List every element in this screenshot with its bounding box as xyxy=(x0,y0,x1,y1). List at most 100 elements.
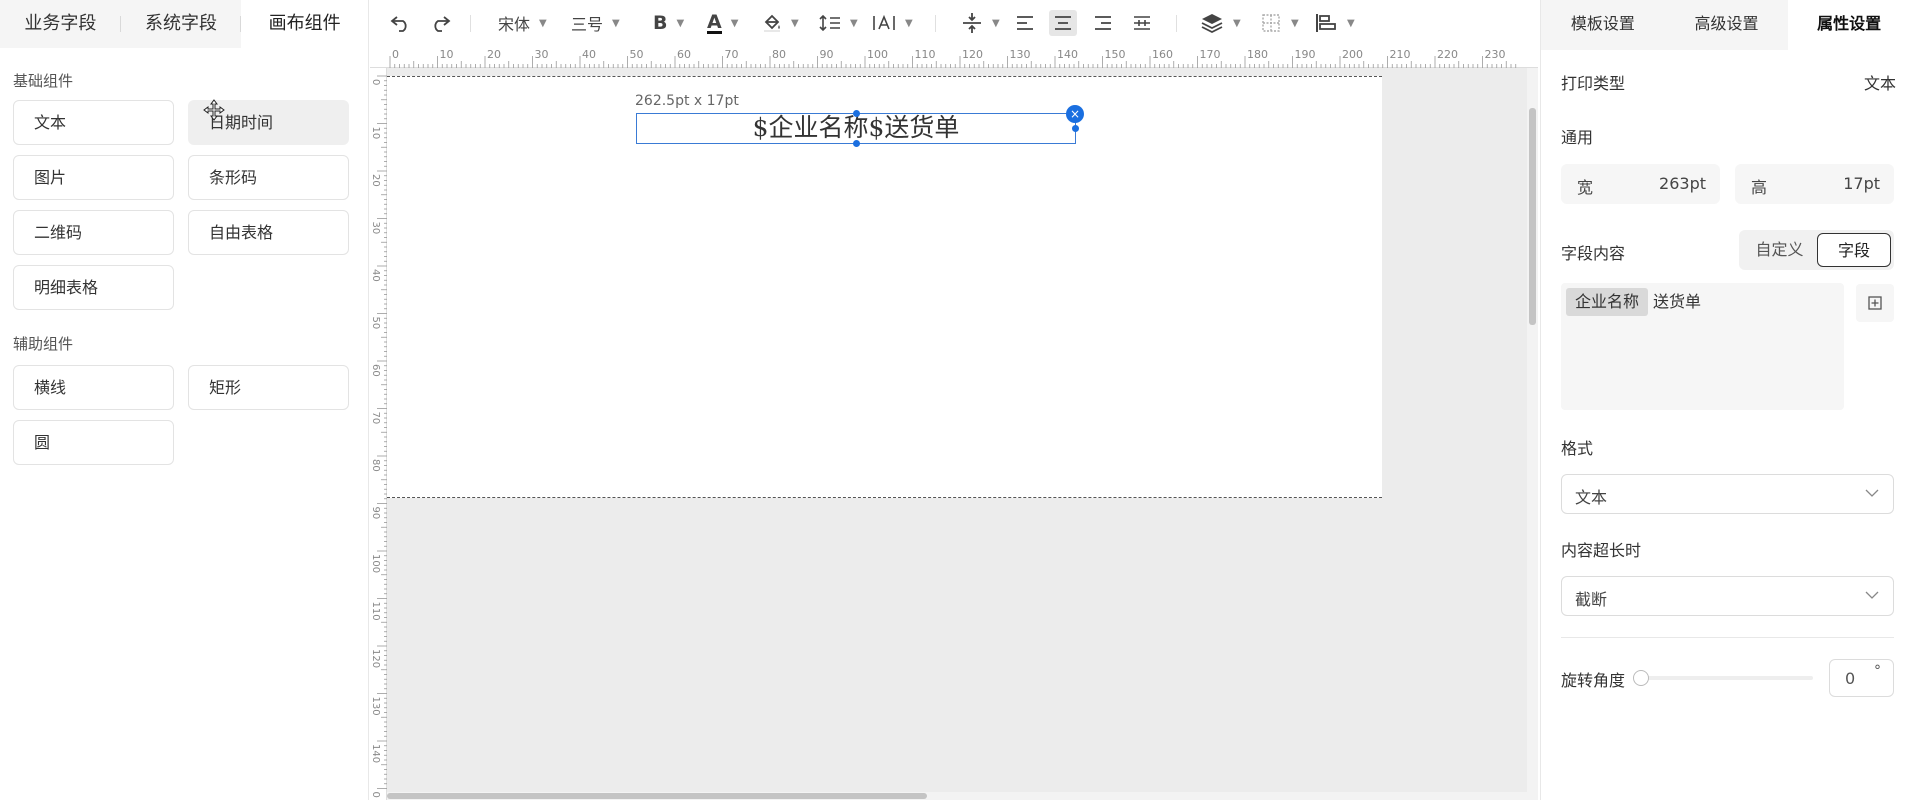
letter-spacing-button[interactable]: ▼ xyxy=(872,0,913,46)
vertical-scroll-thumb[interactable] xyxy=(1529,108,1536,325)
component-circle[interactable]: 圆 xyxy=(13,420,174,465)
overflow-select[interactable]: 截断 xyxy=(1561,576,1894,616)
rotation-angle-input[interactable]: 0 ° xyxy=(1829,659,1894,697)
align-right-icon xyxy=(1095,16,1111,30)
mode-custom-button[interactable]: 自定义 xyxy=(1743,233,1816,267)
basic-components-title: 基础组件 xyxy=(13,72,74,90)
height-value: 17pt xyxy=(1843,174,1880,193)
component-image[interactable]: 图片 xyxy=(13,155,174,200)
aux-components-title: 辅助组件 xyxy=(13,335,74,353)
tab-advanced-settings[interactable]: 高级设置 xyxy=(1665,0,1789,50)
width-input[interactable]: 宽 263pt xyxy=(1561,164,1720,204)
font-family-select[interactable]: 宋体 ▼ xyxy=(498,0,547,46)
font-size-select[interactable]: 三号 ▼ xyxy=(571,0,620,46)
selection-size-label: 262.5pt x 17pt xyxy=(630,91,744,111)
ruler-tick-label: 20 xyxy=(370,174,381,187)
component-barcode[interactable]: 条形码 xyxy=(188,155,349,200)
component-qrcode[interactable]: 二维码 xyxy=(13,210,174,255)
tab-canvas-components[interactable]: 画布组件 xyxy=(241,0,368,48)
caret-down-icon: ▼ xyxy=(992,17,1000,29)
ruler-tick-label: 100 xyxy=(370,554,381,573)
caret-down-icon: ▼ xyxy=(612,17,620,29)
ruler-tick-label: 0 xyxy=(370,792,381,798)
rotation-slider-track[interactable] xyxy=(1641,676,1813,680)
ruler-tick-label: 120 xyxy=(962,48,983,61)
align-objects-icon xyxy=(1316,14,1336,32)
align-right-button[interactable] xyxy=(1089,0,1117,46)
ruler-tick-label: 170 xyxy=(1200,48,1221,61)
border-icon xyxy=(1262,14,1280,32)
vertical-center-icon xyxy=(963,13,981,33)
width-label: 宽 xyxy=(1577,178,1594,197)
insert-field-button[interactable] xyxy=(1856,284,1894,322)
caret-down-icon: ▼ xyxy=(850,17,858,29)
line-height-button[interactable]: ▼ xyxy=(819,0,858,46)
resize-handle-bottom[interactable] xyxy=(852,140,860,147)
canvas-area[interactable]: 0 10 20 30 40 50 60 70 80 90 100 110 120 130 140 150 160… xyxy=(370,46,1538,800)
redo-icon xyxy=(434,16,451,32)
ruler-tick-label: 50 xyxy=(630,48,644,61)
tab-property-settings[interactable]: 属性设置 xyxy=(1788,0,1910,50)
component-free-table[interactable]: 自由表格 xyxy=(188,210,349,255)
paper-canvas[interactable]: 262.5pt x 17pt $企业名称$送货单 × xyxy=(387,76,1382,498)
ruler-tick-label: 0 xyxy=(370,79,381,85)
rotation-value: 0 xyxy=(1845,669,1856,688)
tab-system-fields[interactable]: 系统字段 xyxy=(121,0,242,48)
height-input[interactable]: 高 17pt xyxy=(1735,164,1894,204)
component-line[interactable]: 横线 xyxy=(13,365,174,410)
mode-field-button[interactable]: 字段 xyxy=(1817,233,1891,267)
ruler-tick-label: 50 xyxy=(370,317,381,330)
component-text[interactable]: 文本 xyxy=(13,100,174,145)
selected-text-element[interactable]: $企业名称$送货单 × xyxy=(636,105,1084,147)
align-center-button[interactable] xyxy=(1049,0,1077,46)
ruler-tick-label: 110 xyxy=(370,602,381,621)
chevron-down-icon xyxy=(1865,591,1879,599)
toolbar: 宋体 ▼ 三号 ▼ B ▼ A ▼ ▼ ▼ ▼ ▼ ▼ ▼ ▼ xyxy=(370,0,1538,46)
line-height-icon xyxy=(819,14,840,32)
component-detail-table[interactable]: 明细表格 xyxy=(13,265,174,310)
left-panel: 业务字段 系统字段 画布组件 基础组件 文本 日期时间 图片 条形码 二维码 自… xyxy=(0,0,369,800)
plus-square-icon xyxy=(1868,296,1882,310)
align-center-icon xyxy=(1049,10,1077,36)
format-select[interactable]: 文本 xyxy=(1561,474,1894,514)
right-panel: 模板设置 高级设置 属性设置 打印类型 文本 通用 宽 263pt 高 17pt… xyxy=(1540,0,1910,800)
tab-template-settings[interactable]: 模板设置 xyxy=(1541,0,1665,50)
distribute-button[interactable]: ▼ xyxy=(1314,0,1355,46)
redo-button[interactable] xyxy=(429,0,451,46)
ruler-tick-label: 220 xyxy=(1437,48,1458,61)
letter-spacing-icon xyxy=(873,14,895,30)
resize-handle-right[interactable] xyxy=(1072,125,1079,132)
ruler-tick-label: 130 xyxy=(1010,48,1031,61)
ruler-top-ticks: 0 10 20 30 40 50 60 70 80 90 100 110 120 130 140 150 160… xyxy=(389,48,1517,68)
layer-button[interactable]: ▼ xyxy=(1200,0,1241,46)
ruler-tick-label: 40 xyxy=(582,48,596,61)
bold-button[interactable]: B ▼ xyxy=(653,0,684,46)
horizontal-scrollbar[interactable] xyxy=(387,792,1527,800)
selected-element-text: $企业名称$送货单 xyxy=(752,113,960,142)
border-button[interactable]: ▼ xyxy=(1260,0,1299,46)
horizontal-scroll-thumb[interactable] xyxy=(387,793,927,799)
caret-down-icon: ▼ xyxy=(730,17,739,29)
component-rectangle[interactable]: 矩形 xyxy=(188,365,349,410)
fill-color-button[interactable]: ▼ xyxy=(762,0,799,46)
vertical-align-button[interactable]: ▼ xyxy=(961,0,1000,46)
undo-button[interactable] xyxy=(390,0,412,46)
ruler-tick-label: 210 xyxy=(1390,48,1411,61)
align-left-button[interactable] xyxy=(1011,0,1039,46)
caret-down-icon: ▼ xyxy=(791,17,799,29)
font-color-button[interactable]: A ▼ xyxy=(707,0,738,46)
ruler-tick-label: 70 xyxy=(725,48,739,61)
field-chip[interactable]: 企业名称 xyxy=(1566,288,1649,316)
section-divider xyxy=(1561,637,1894,638)
align-justify-button[interactable] xyxy=(1128,0,1156,46)
vertical-scrollbar[interactable] xyxy=(1527,68,1538,800)
field-content-editor[interactable]: 企业名称 送货单 xyxy=(1561,283,1844,410)
ruler-tick-label: 130 xyxy=(370,697,381,716)
resize-handle-top[interactable] xyxy=(852,110,860,117)
rotation-slider-handle[interactable] xyxy=(1633,670,1649,686)
ruler-left-ticks: 0 10 20 30 40 50 60 70 80 90 100 110 120 130 140 0 xyxy=(370,75,387,798)
caret-down-icon: ▼ xyxy=(1233,17,1241,29)
tab-business-fields[interactable]: 业务字段 xyxy=(0,0,121,48)
delete-element-button[interactable]: × xyxy=(1066,105,1084,123)
ruler-tick-label: 20 xyxy=(487,48,501,61)
